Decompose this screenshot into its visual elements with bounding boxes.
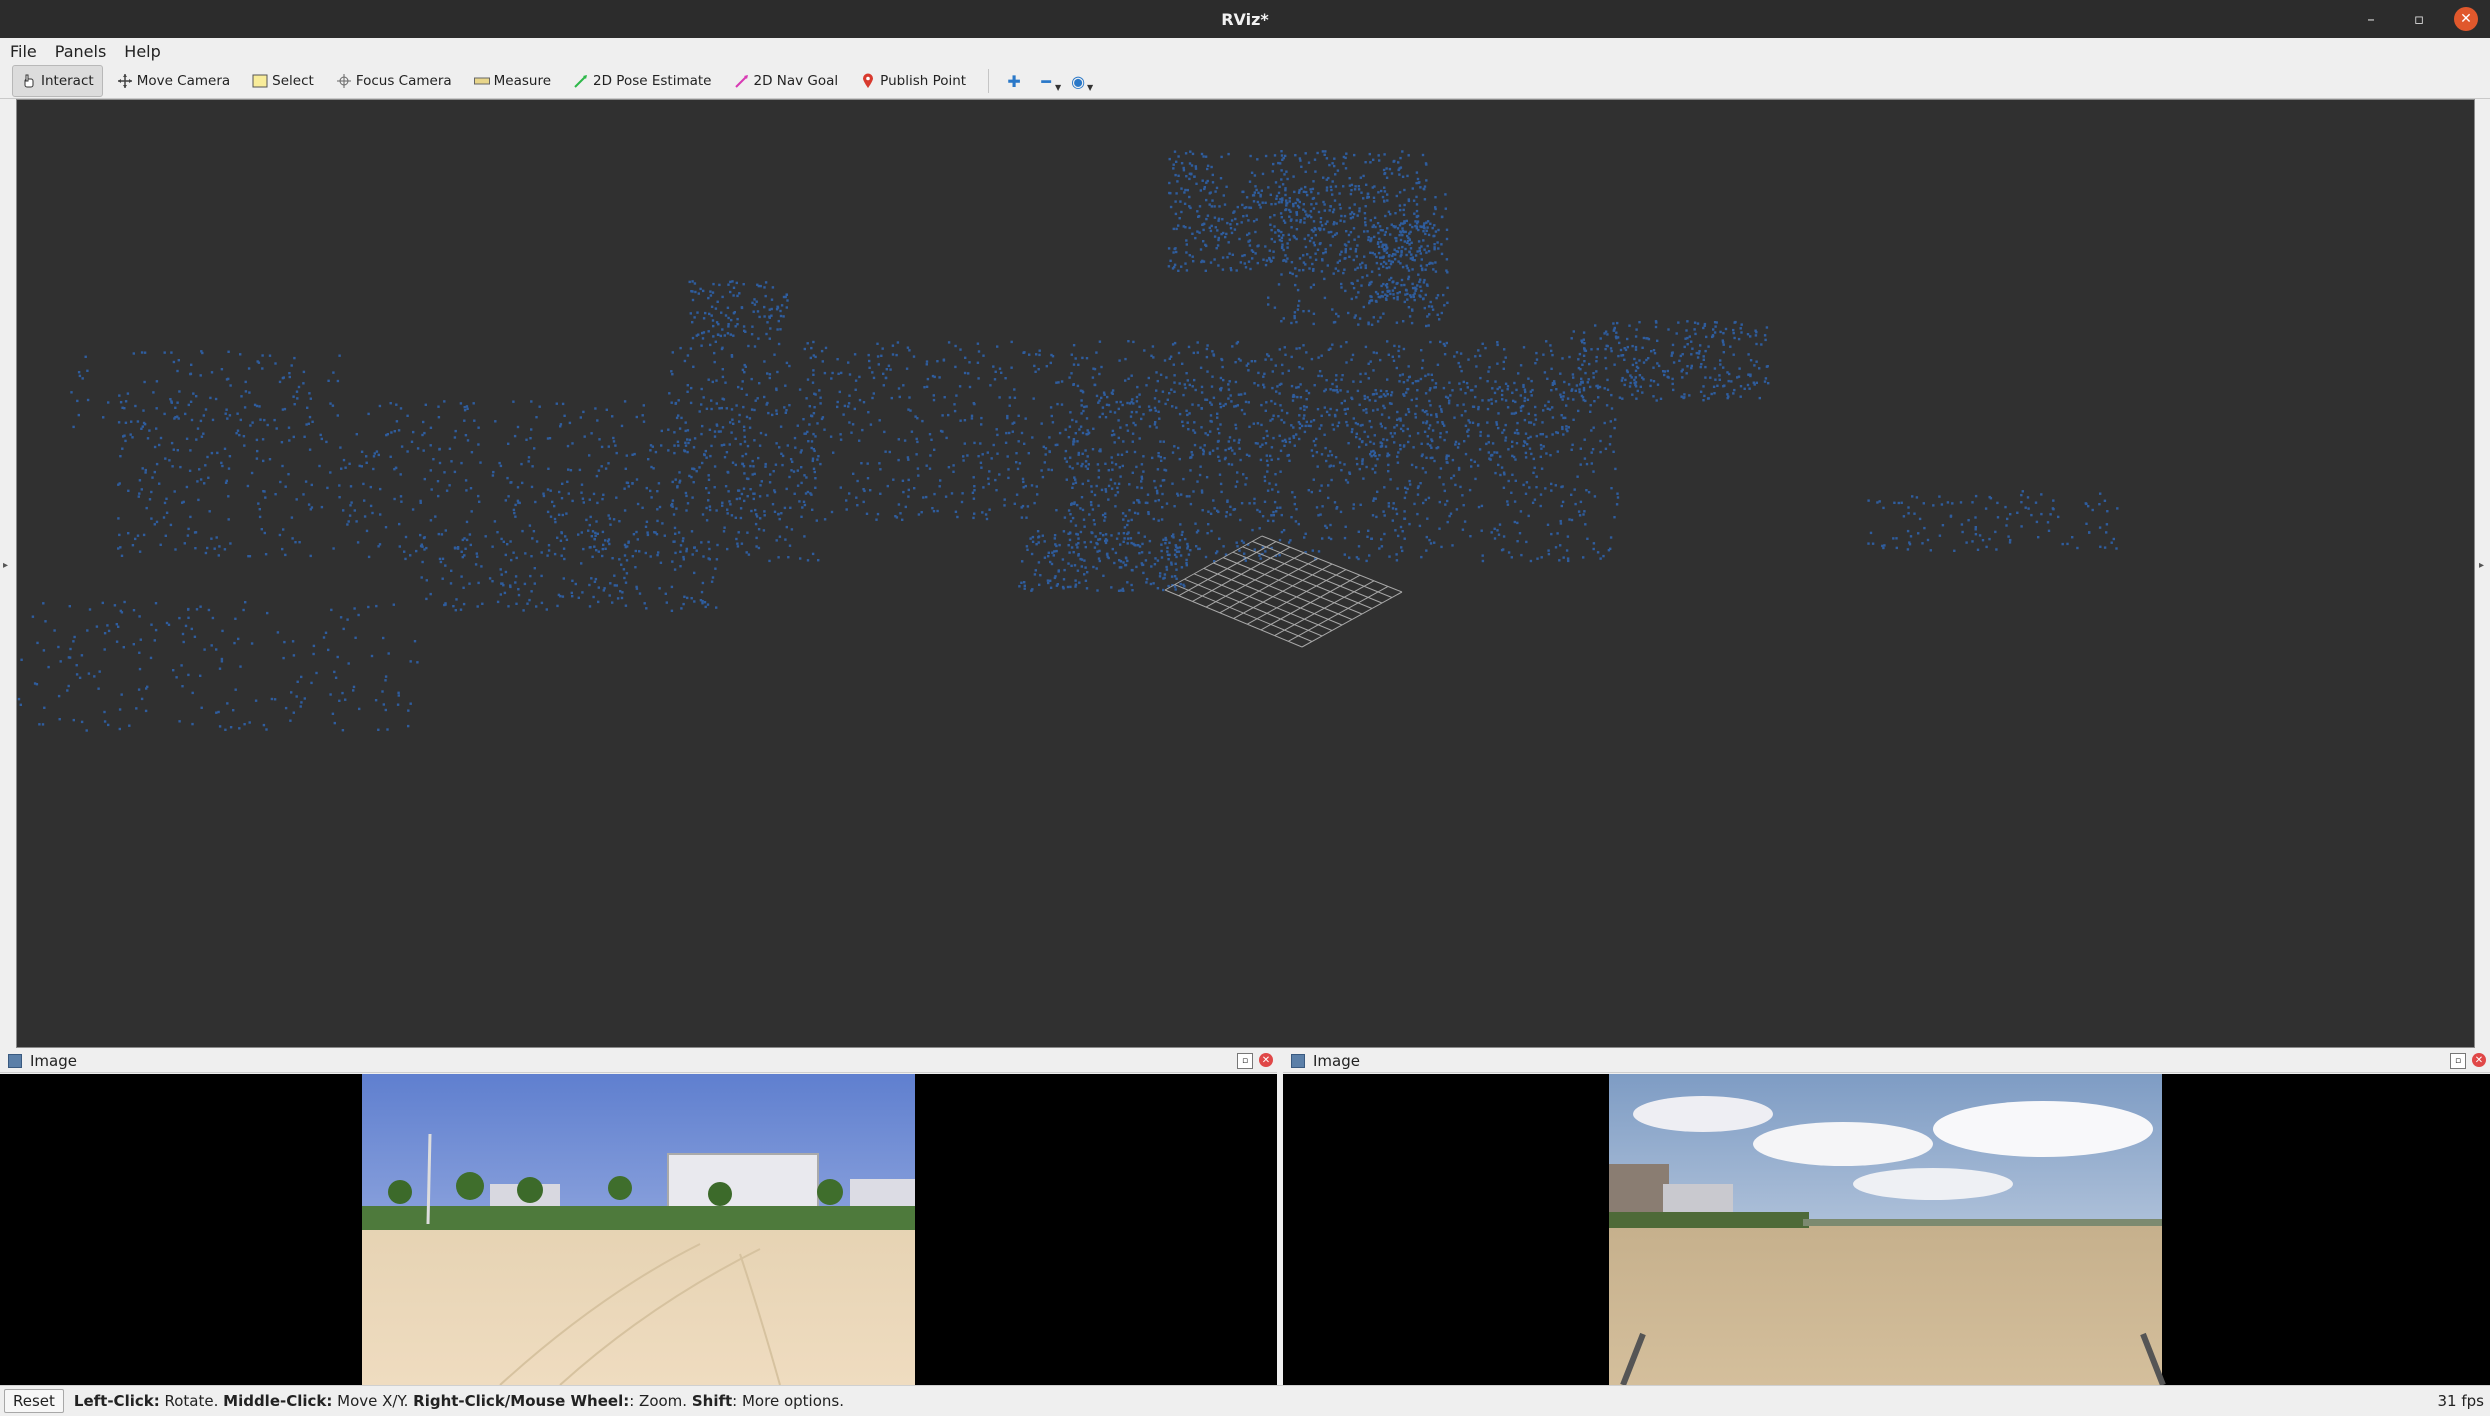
hint-zoom: : Zoom. bbox=[629, 1392, 692, 1410]
select-tool-button[interactable]: Select bbox=[244, 66, 322, 96]
menu-bar: File Panels Help bbox=[0, 38, 2490, 64]
window-titlebar: RViz* – ▫ ✕ bbox=[0, 0, 2490, 38]
undock-button[interactable]: ▫ bbox=[1237, 1053, 1253, 1069]
maximize-button[interactable]: ▫ bbox=[2406, 10, 2432, 28]
panel-icon bbox=[8, 1054, 22, 1068]
status-bar: Reset Left-Click: Rotate. Middle-Click: … bbox=[0, 1385, 2490, 1416]
close-panel-button[interactable]: ✕ bbox=[1259, 1053, 1273, 1067]
camera-image-area bbox=[0, 1074, 1277, 1385]
chevron-down-icon: ▼ bbox=[1086, 83, 1094, 92]
point-cloud-scene bbox=[17, 150, 2119, 732]
hint-move: Move X/Y. bbox=[332, 1392, 414, 1410]
image-panel-right: Image ▫ ✕ bbox=[1283, 1050, 2490, 1385]
map-pin-icon bbox=[860, 73, 876, 89]
hint-right-click: Right-Click/Mouse Wheel: bbox=[413, 1392, 630, 1410]
camera-image-left bbox=[362, 1074, 915, 1385]
image-panel-left: Image ▫ ✕ bbox=[0, 1050, 1277, 1385]
interact-label: Interact bbox=[41, 73, 94, 89]
hint-middle-click: Middle-Click: bbox=[223, 1392, 333, 1410]
close-button[interactable]: ✕ bbox=[2454, 7, 2478, 31]
panel-header: Image ▫ ✕ bbox=[0, 1050, 1277, 1073]
hint-shift: Shift bbox=[691, 1392, 733, 1410]
pose-estimate-label: 2D Pose Estimate bbox=[593, 73, 712, 89]
nav-goal-label: 2D Nav Goal bbox=[753, 73, 839, 89]
magenta-arrow-icon bbox=[734, 73, 750, 89]
toolbar-separator bbox=[988, 69, 990, 93]
hint-rotate: Rotate. bbox=[159, 1392, 224, 1410]
fps-counter: 31 fps bbox=[2437, 1392, 2484, 1410]
window-title: RViz* bbox=[1221, 9, 1269, 29]
reset-button[interactable]: Reset bbox=[4, 1389, 64, 1413]
hint-more: : More options. bbox=[732, 1392, 844, 1410]
publish-point-tool-button[interactable]: Publish Point bbox=[852, 66, 974, 96]
ruler-icon bbox=[473, 73, 490, 89]
camera-image-right bbox=[1609, 1074, 2166, 1385]
minus-icon: ━ bbox=[1041, 71, 1051, 91]
menu-help[interactable]: Help bbox=[114, 42, 168, 61]
render-viewport[interactable] bbox=[16, 99, 2475, 1048]
measure-label: Measure bbox=[493, 73, 552, 89]
plus-icon: ✚ bbox=[1007, 71, 1021, 91]
minimize-button[interactable]: – bbox=[2358, 10, 2384, 28]
panel-header: Image ▫ ✕ bbox=[1283, 1050, 2490, 1073]
green-arrow-icon bbox=[573, 73, 589, 89]
menu-file[interactable]: File bbox=[0, 42, 45, 61]
add-tool-button[interactable]: ✚ bbox=[1001, 68, 1027, 94]
move-camera-label: Move Camera bbox=[136, 73, 231, 89]
select-label: Select bbox=[272, 73, 314, 89]
nav-goal-tool-button[interactable]: 2D Nav Goal bbox=[726, 66, 847, 96]
mouse-hint: Left-Click: Rotate. Middle-Click: Move X… bbox=[74, 1392, 844, 1410]
crosshair-icon bbox=[336, 73, 352, 89]
eye-icon: ◉ bbox=[1071, 71, 1086, 91]
move-camera-tool-button[interactable]: Move Camera bbox=[109, 66, 238, 96]
close-panel-button[interactable]: ✕ bbox=[2472, 1053, 2486, 1067]
camera-image-area bbox=[1283, 1074, 2490, 1385]
move-arrows-icon bbox=[117, 73, 133, 89]
ground-grid bbox=[1164, 535, 1403, 648]
focus-camera-label: Focus Camera bbox=[355, 73, 452, 89]
left-dock-toggle-icon[interactable]: ▸ bbox=[3, 560, 13, 571]
point-cloud bbox=[17, 150, 2119, 732]
interact-tool-button[interactable]: Interact bbox=[12, 65, 103, 97]
panel-icon bbox=[1291, 1054, 1305, 1068]
menu-panels[interactable]: Panels bbox=[45, 42, 115, 61]
chevron-down-icon: ▼ bbox=[1054, 83, 1062, 92]
right-dock-toggle-icon[interactable]: ▸ bbox=[2479, 560, 2489, 571]
measure-tool-button[interactable]: Measure bbox=[466, 66, 559, 96]
remove-tool-button[interactable]: ━ ▼ bbox=[1033, 68, 1062, 94]
select-box-icon bbox=[252, 73, 268, 89]
publish-point-label: Publish Point bbox=[880, 73, 967, 89]
panel-title: Image bbox=[1313, 1052, 1360, 1070]
tools-toolbar: Interact Move Camera Select Focus Camera… bbox=[0, 64, 2490, 99]
undock-button[interactable]: ▫ bbox=[2450, 1053, 2466, 1069]
panel-title: Image bbox=[30, 1052, 77, 1070]
pose-estimate-tool-button[interactable]: 2D Pose Estimate bbox=[565, 66, 719, 96]
focus-camera-tool-button[interactable]: Focus Camera bbox=[328, 66, 460, 96]
view-options-button[interactable]: ◉ ▼ bbox=[1065, 68, 1094, 94]
hint-left-click: Left-Click: bbox=[73, 1392, 160, 1410]
hand-icon bbox=[21, 73, 37, 89]
